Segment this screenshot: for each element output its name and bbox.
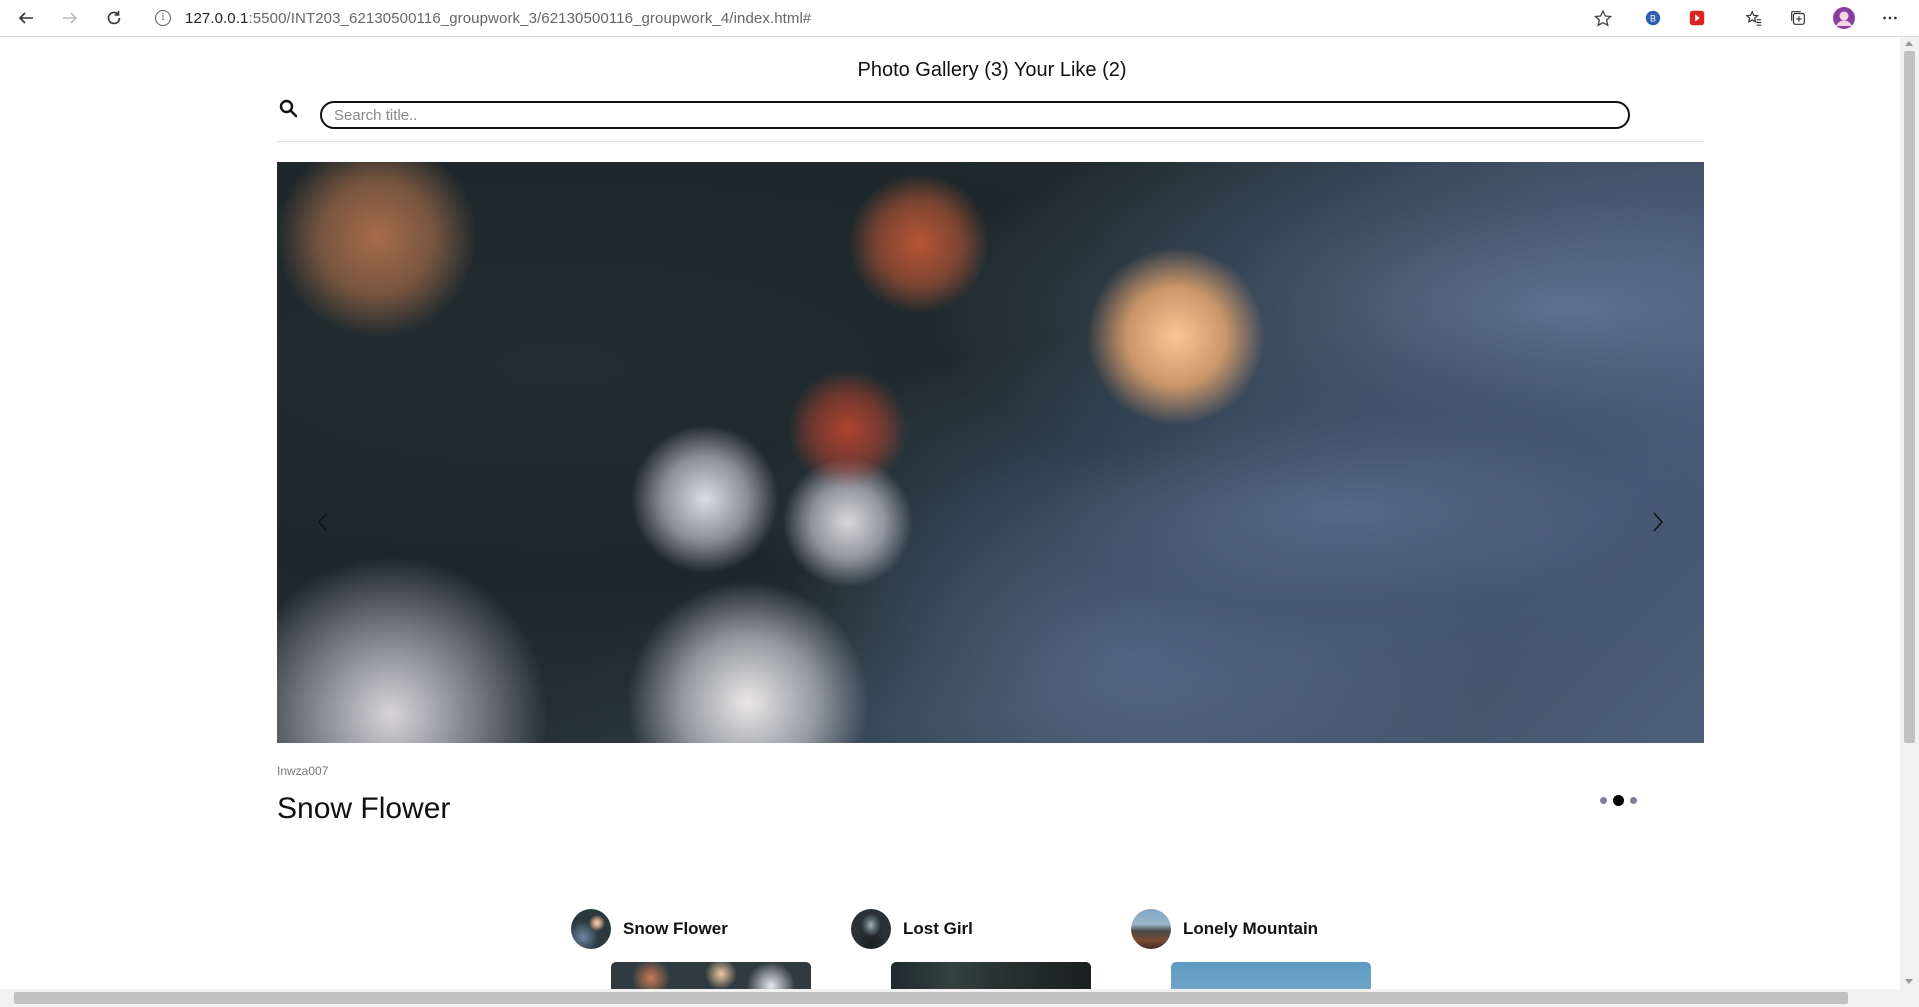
card-title: Lonely Mountain [1183,919,1319,938]
carousel-next-button[interactable] [1644,502,1672,542]
avatar [1131,909,1171,949]
collections-icon[interactable] [1786,6,1810,30]
nav-photo-gallery[interactable]: Photo Gallery (3) [857,59,1008,81]
photo-author: Inwza007 [277,764,329,778]
card-title: Lost Girl [903,919,973,938]
back-button[interactable] [13,5,39,31]
divider [277,141,1704,142]
forward-button[interactable] [57,5,83,31]
extension-icon[interactable] [1685,6,1709,30]
avatar [571,909,611,949]
nav-your-like[interactable]: Your Like (2) [1014,59,1127,81]
card-thumbnail[interactable] [611,962,811,989]
back-arrow-icon [18,12,33,24]
carousel-image [277,162,1704,743]
vertical-scrollbar[interactable] [1900,37,1919,989]
search-icon [279,99,298,118]
carousel-prev-button[interactable] [309,502,337,542]
url-text: 127.0.0.1:5500/INT203_62130500116_groupw… [185,9,812,27]
favorite-add-icon[interactable] [1593,9,1613,29]
browser-toolbar: i 127.0.0.1:5500/INT203_62130500116_grou… [0,0,1919,37]
card-title: Snow Flower [623,919,728,938]
avatar [851,909,891,949]
svg-text:B: B [1650,14,1656,24]
chevron-left-icon [317,512,328,532]
photo-title: Snow Flower [277,792,451,825]
carousel-dot[interactable] [1630,797,1637,804]
extension-icon[interactable]: B [1641,6,1665,30]
carousel-dot[interactable] [1600,797,1607,804]
scrollbar-thumb[interactable] [1904,51,1915,743]
carousel-indicators [1600,795,1637,806]
search-input[interactable] [320,101,1630,129]
scroll-down-icon[interactable] [1905,979,1913,984]
reload-button[interactable] [101,5,127,31]
address-bar[interactable]: i 127.0.0.1:5500/INT203_62130500116_grou… [143,3,1627,33]
site-info-icon[interactable]: i [155,10,171,26]
header-nav: Photo Gallery (3) Your Like (2) [0,59,1900,82]
carousel-dot-active[interactable] [1613,795,1624,806]
card-thumbnail[interactable] [1171,962,1371,989]
page-content: Photo Gallery (3) Your Like (2) Inwza007… [0,37,1900,989]
reload-icon [107,11,121,25]
profile-avatar-icon[interactable] [1832,6,1856,30]
horizontal-scrollbar[interactable] [0,989,1919,1007]
scroll-up-icon[interactable] [1905,41,1913,46]
forward-arrow-icon [63,12,78,24]
more-menu-icon[interactable] [1878,6,1902,30]
favorites-icon[interactable] [1742,6,1766,30]
scrollbar-thumb[interactable] [14,992,1848,1004]
chevron-right-icon [1653,512,1664,532]
card-thumbnail[interactable] [891,962,1091,989]
